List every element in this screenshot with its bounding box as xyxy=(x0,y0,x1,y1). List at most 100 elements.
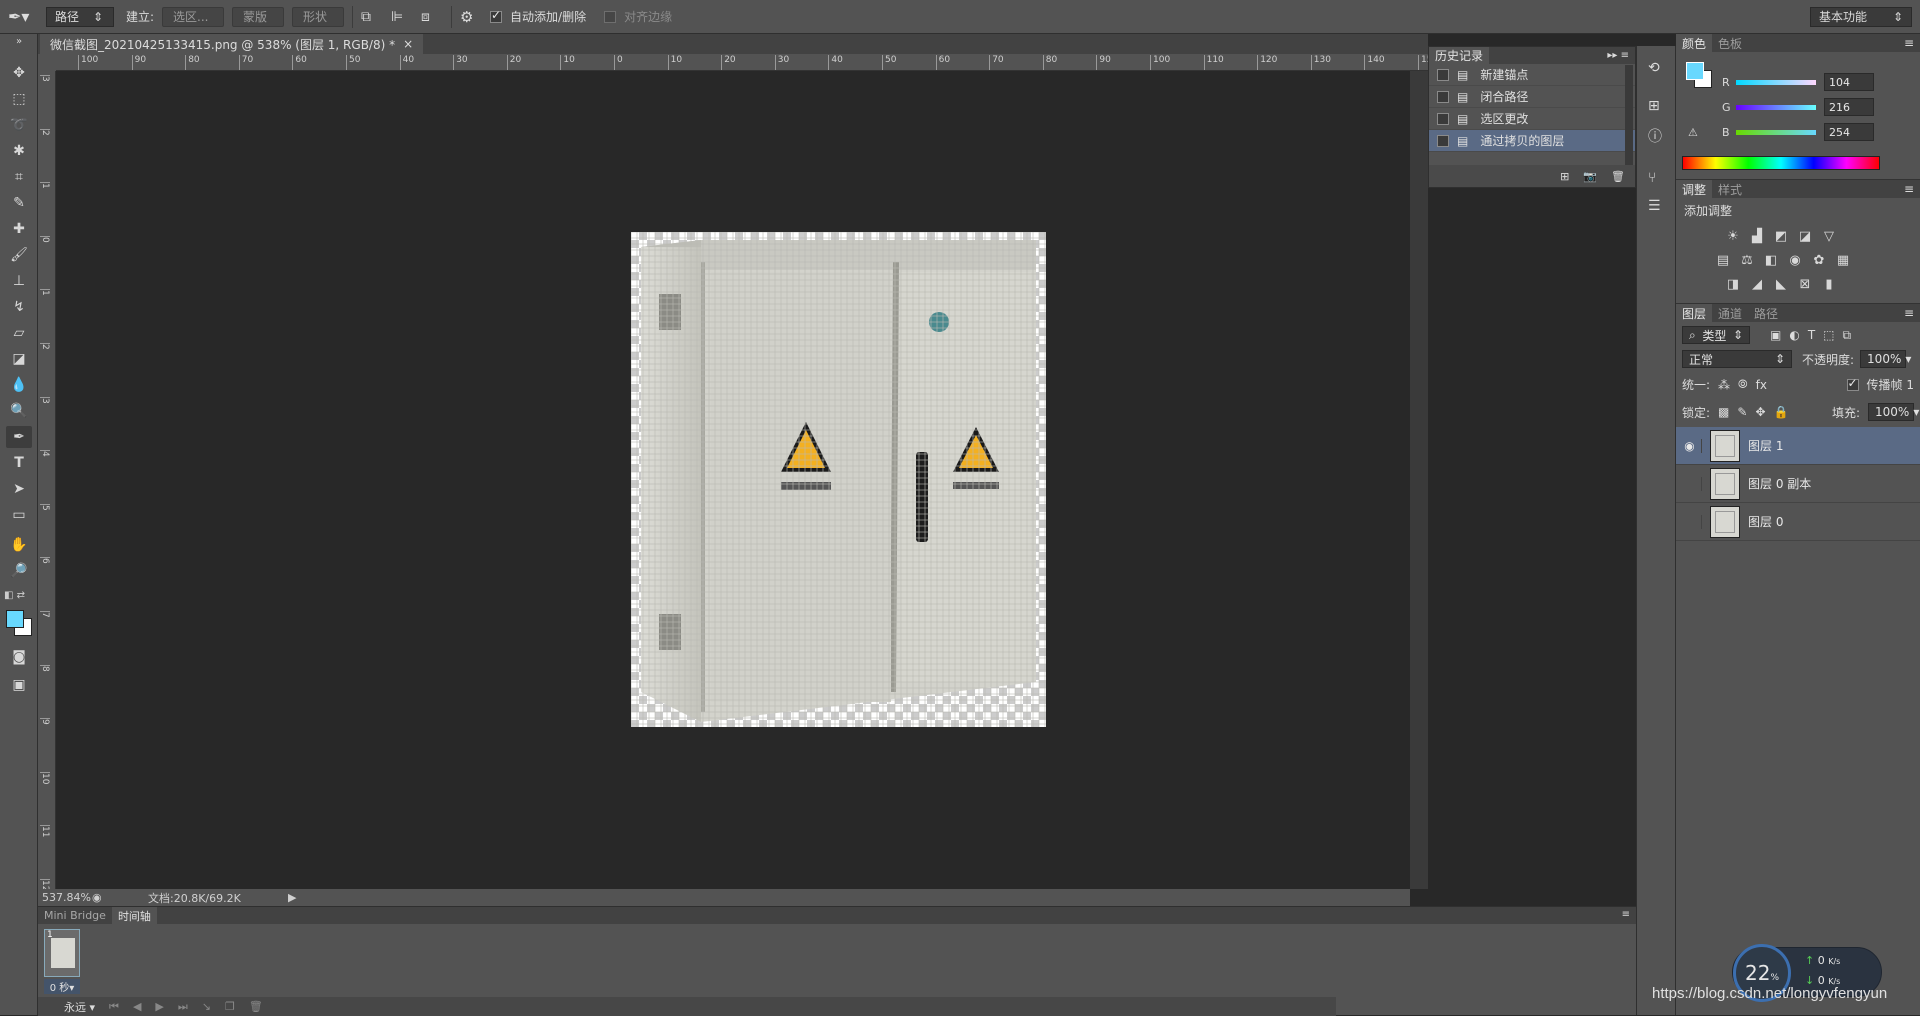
lock-image-icon[interactable]: ✎ xyxy=(1737,405,1747,419)
actions-panel-icon[interactable]: ⊞ xyxy=(1648,98,1660,114)
filter-pixel-icon[interactable]: ▣ xyxy=(1770,328,1781,342)
foreground-color-swatch[interactable] xyxy=(6,610,24,628)
r-value-input[interactable]: 104 xyxy=(1824,73,1874,91)
tab-adjustments[interactable]: 调整 xyxy=(1676,180,1713,198)
lock-all-icon[interactable]: 🔒 xyxy=(1774,405,1789,419)
collapse-toolbar-icon[interactable]: » xyxy=(6,36,32,47)
mask-button[interactable]: 蒙版 xyxy=(232,6,285,27)
eyedropper-tool-icon[interactable]: ✎ xyxy=(6,192,32,214)
filter-type-icon[interactable]: T xyxy=(1808,328,1815,342)
unify-style-icon[interactable]: fx xyxy=(1756,378,1767,392)
camera-icon[interactable]: 📷 xyxy=(1583,170,1597,183)
color-lookup-icon[interactable]: ▦ xyxy=(1834,251,1852,269)
info-icon[interactable]: ⓘ xyxy=(1648,126,1662,146)
path-operations-icon[interactable]: ⧉ xyxy=(361,9,383,25)
lasso-tool-icon[interactable]: ➰ xyxy=(6,114,32,136)
threshold-icon[interactable]: ◣ xyxy=(1772,275,1790,293)
pen-tool-icon[interactable]: ✒ xyxy=(6,426,32,448)
document-tab[interactable]: 微信截图_20210425133415.png @ 538% (图层 1, RG… xyxy=(40,34,424,54)
path-alignment-icon[interactable]: ⊫ xyxy=(391,9,413,25)
tab-color[interactable]: 颜色 xyxy=(1676,34,1713,52)
eraser-tool-icon[interactable]: ▱ xyxy=(6,322,32,344)
path-selection-tool-icon[interactable]: ➤ xyxy=(6,478,32,500)
status-menu-arrow-icon[interactable]: ▶ xyxy=(288,891,296,904)
close-icon[interactable]: × xyxy=(403,37,413,51)
shape-button[interactable]: 形状 xyxy=(292,6,345,27)
history-source-checkbox[interactable] xyxy=(1437,112,1449,125)
quick-mask-icon[interactable]: ◙ xyxy=(6,646,32,668)
next-frame-icon[interactable]: ⏭ xyxy=(178,1000,188,1014)
posterize-icon[interactable]: ◢ xyxy=(1748,275,1766,293)
lock-position-icon[interactable]: ✥ xyxy=(1755,405,1765,419)
history-item[interactable]: ▤ 闭合路径 xyxy=(1429,86,1635,108)
history-item[interactable]: ▤ 新建锚点 xyxy=(1429,64,1635,86)
duplicate-frame-icon[interactable]: ❐ xyxy=(225,1000,235,1013)
tab-paths[interactable]: 路径 xyxy=(1748,304,1784,322)
layer-name[interactable]: 图层 1 xyxy=(1748,437,1783,454)
history-title[interactable]: 历史记录 xyxy=(1429,46,1490,65)
selection-button[interactable]: 选区... xyxy=(162,6,225,27)
lock-transparent-icon[interactable]: ▩ xyxy=(1718,405,1729,419)
panel-menu-icon[interactable]: ≡ xyxy=(1904,306,1914,320)
b-value-input[interactable]: 254 xyxy=(1824,123,1874,141)
r-slider[interactable] xyxy=(1736,80,1816,85)
hand-tool-icon[interactable]: ✋ xyxy=(6,534,32,556)
levels-icon[interactable]: ▟ xyxy=(1748,227,1766,245)
new-document-from-state-icon[interactable]: ⊞ xyxy=(1560,170,1569,183)
layer-row[interactable]: 图层 0 副本 xyxy=(1676,465,1920,503)
timeline-frame[interactable]: 1 xyxy=(44,929,80,977)
curves-icon[interactable]: ◩ xyxy=(1772,227,1790,245)
history-source-checkbox[interactable] xyxy=(1437,134,1449,147)
unify-position-icon[interactable]: ⁂ xyxy=(1718,378,1730,392)
path-arrangement-icon[interactable]: ⧈ xyxy=(421,9,443,25)
properties-panel-icon[interactable]: ☰ xyxy=(1648,198,1661,214)
visibility-toggle[interactable] xyxy=(1678,476,1702,491)
magic-wand-tool-icon[interactable]: ✱ xyxy=(6,140,32,162)
first-frame-icon[interactable]: ⏮ xyxy=(109,1000,119,1014)
panel-menu-icon[interactable]: ▸▸ ≡ xyxy=(1607,50,1629,61)
vertical-scrollbar[interactable] xyxy=(1410,71,1428,889)
tab-swatches[interactable]: 色板 xyxy=(1712,34,1748,52)
channel-mixer-icon[interactable]: ✿ xyxy=(1810,251,1828,269)
unify-visibility-icon[interactable]: ⦾ xyxy=(1738,377,1748,392)
color-balance-icon[interactable]: ⚖ xyxy=(1738,251,1756,269)
zoom-tool-icon[interactable]: 🔎 xyxy=(6,560,32,582)
pen-tool-preset-icon[interactable]: ✒▾ xyxy=(8,7,38,26)
history-panel-icon[interactable]: ⟲ xyxy=(1648,60,1660,76)
layer-row[interactable]: 图层 0 xyxy=(1676,503,1920,541)
hue-saturation-icon[interactable]: ▤ xyxy=(1714,251,1732,269)
selective-color-icon[interactable]: ⊠ xyxy=(1796,275,1814,293)
tween-icon[interactable]: ↘ xyxy=(202,1000,211,1013)
history-item[interactable]: ▤ 选区更改 xyxy=(1429,108,1635,130)
photo-filter-icon[interactable]: ◉ xyxy=(1786,251,1804,269)
panel-menu-icon[interactable]: ≡ xyxy=(1904,182,1914,196)
layer-name[interactable]: 图层 0 xyxy=(1748,513,1783,530)
loop-select[interactable]: 永远 ▾ xyxy=(64,999,95,1015)
blend-mode-select[interactable]: 正常 ⇕ xyxy=(1682,350,1792,368)
panel-menu-icon[interactable]: ≡ xyxy=(1622,909,1630,920)
history-source-checkbox[interactable] xyxy=(1437,90,1449,103)
zoom-level[interactable]: 537.84% xyxy=(42,891,92,904)
move-tool-icon[interactable]: ✥ xyxy=(6,62,32,84)
vertical-ruler[interactable]: 3 2 1 0 1 2 3 4 5 6 7 8 9 10 11 12 xyxy=(38,71,56,889)
align-edges-checkbox[interactable] xyxy=(604,10,617,23)
mode-select[interactable]: 路径 ⇕ xyxy=(46,6,114,27)
g-slider[interactable] xyxy=(1736,105,1816,110)
rectangle-tool-icon[interactable]: ▭ xyxy=(6,504,32,526)
tab-mini-bridge[interactable]: Mini Bridge xyxy=(38,907,112,924)
filter-smart-object-icon[interactable]: ⧉ xyxy=(1843,328,1852,343)
clone-stamp-tool-icon[interactable]: ⊥ xyxy=(6,270,32,292)
fill-input[interactable]: 100% ▾ xyxy=(1868,403,1919,421)
history-source-checkbox[interactable] xyxy=(1437,68,1449,81)
filter-shape-icon[interactable]: ⬚ xyxy=(1823,328,1834,342)
gear-icon[interactable]: ⚙ xyxy=(460,8,482,26)
auto-add-delete-checkbox[interactable] xyxy=(490,8,503,23)
color-spectrum[interactable] xyxy=(1682,156,1880,170)
filter-adjustment-icon[interactable]: ◐ xyxy=(1789,328,1799,342)
delete-frame-icon[interactable]: 🗑 xyxy=(249,1000,263,1013)
history-scrollbar[interactable] xyxy=(1625,65,1633,165)
screen-mode-icon[interactable]: ▣ xyxy=(6,674,32,696)
invert-icon[interactable]: ◨ xyxy=(1724,275,1742,293)
blur-tool-icon[interactable]: 💧 xyxy=(6,374,32,396)
layer-filter-select[interactable]: ⌕ 类型 ⇕ xyxy=(1682,326,1750,344)
